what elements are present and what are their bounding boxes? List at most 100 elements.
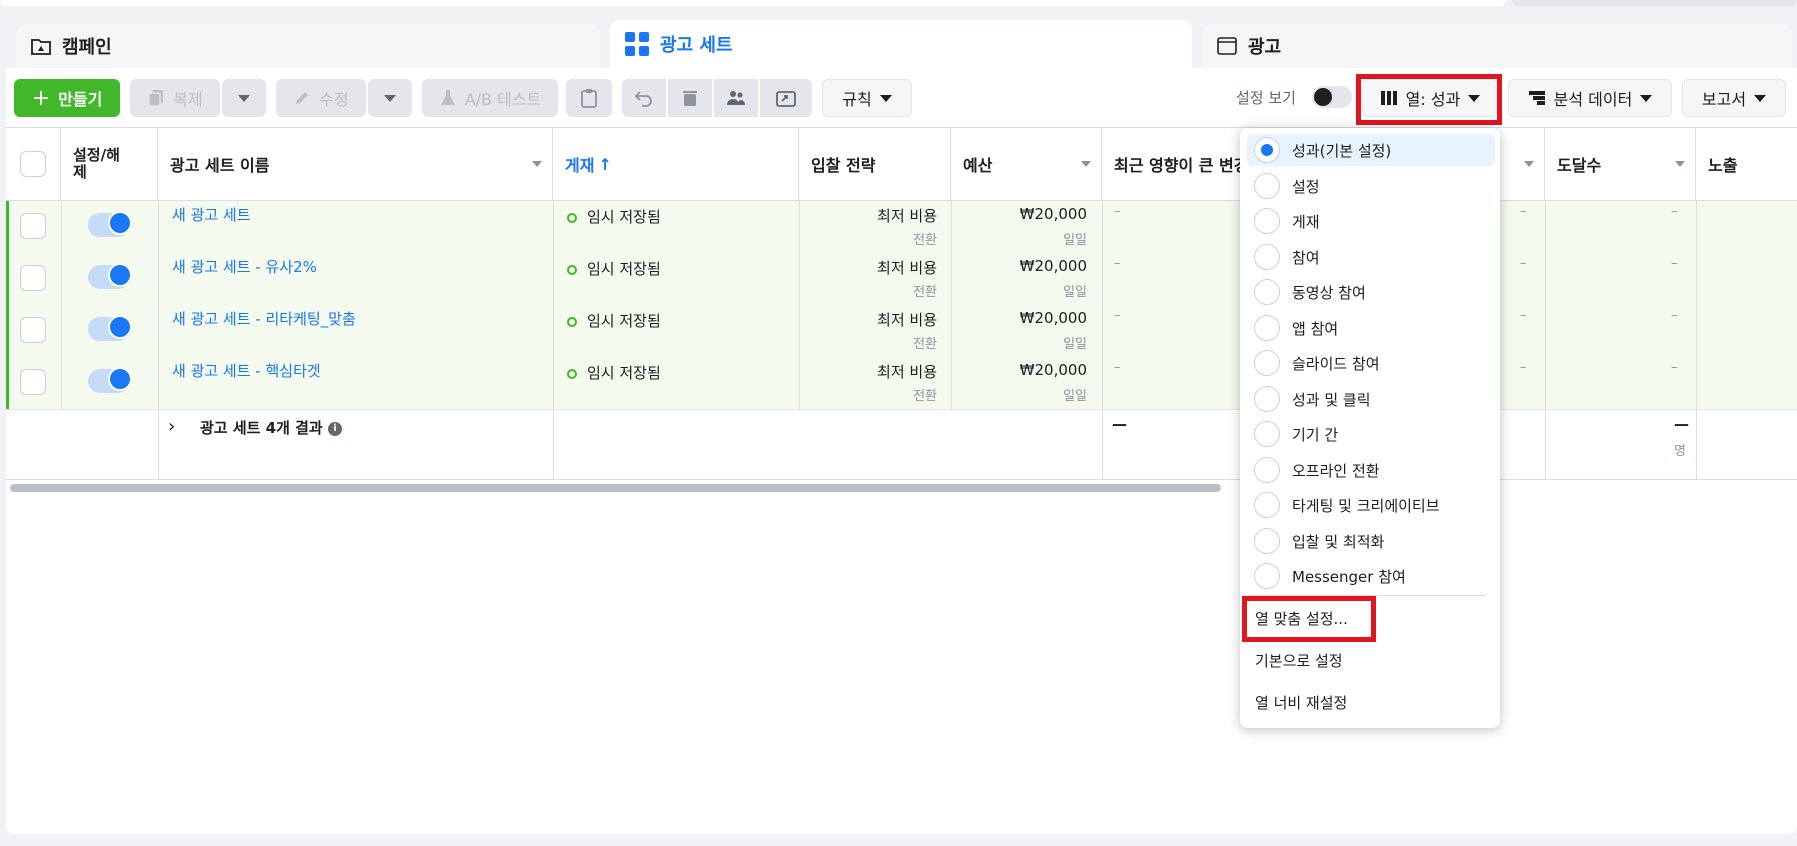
breakdown-label: 분석 데이터 [1553, 90, 1633, 109]
adset-toggle[interactable] [88, 367, 132, 393]
header-recent[interactable]: 최근 영향이 큰 변경 [1102, 128, 1252, 200]
recent-change-value: – [1114, 256, 1121, 271]
delivery-status-text: 임시 저장됨 [587, 364, 661, 382]
sort-arrow-up-icon: ↑ [598, 154, 612, 174]
preset-setup[interactable]: 설정 [1254, 170, 1320, 202]
bid-strategy: 최저 비용 [877, 311, 937, 329]
preset-engagement[interactable]: 참여 [1254, 241, 1320, 273]
sort-icon [532, 161, 542, 167]
preset-performance[interactable]: 성과(기본 설정) [1254, 134, 1391, 166]
summary-label: 광고 세트 4개 결과 i [200, 417, 342, 438]
set-default-item[interactable]: 기본으로 설정 [1255, 650, 1343, 671]
edit-dropdown[interactable] [368, 79, 412, 117]
bid-strategy: 최저 비용 [877, 259, 937, 277]
clipboard-button[interactable] [566, 79, 612, 117]
preset-cross-device[interactable]: 기기 간 [1254, 418, 1338, 450]
status-dot-icon [567, 368, 577, 379]
delete-button[interactable] [668, 79, 712, 117]
adset-name-link[interactable]: 새 광고 세트 - 리타케팅_맞춤 [172, 308, 356, 329]
horizontal-scrollbar[interactable] [10, 484, 1221, 492]
expand-chevron-icon[interactable]: › [168, 416, 175, 437]
audience-button[interactable] [714, 79, 758, 117]
preset-label: 타게팅 및 크리에이티브 [1292, 496, 1440, 515]
breakdown-icon [1528, 91, 1545, 105]
budget-sub: 일일 [1063, 233, 1087, 248]
header-reach[interactable]: 도달수 [1545, 128, 1696, 200]
column-divider [951, 201, 952, 409]
preset-offline-conversions[interactable]: 오프라인 전환 [1254, 454, 1380, 486]
hidden-col-value: – [1520, 204, 1527, 219]
chevron-down-icon [1640, 94, 1653, 102]
reports-button[interactable]: 보고서 [1682, 79, 1786, 117]
column-divider [1102, 201, 1103, 479]
rules-button[interactable]: 규칙 [822, 79, 912, 117]
header-impressions[interactable]: 노출 [1696, 128, 1797, 200]
tab-ad-label: 광고 [1248, 37, 1282, 58]
tab-ad[interactable]: 광고 [1202, 24, 1792, 68]
adset-toggle[interactable] [88, 315, 132, 341]
highlight-columns [1356, 74, 1502, 125]
preset-video-engagement[interactable]: 동영상 참여 [1254, 276, 1366, 308]
radio-icon [1254, 457, 1280, 483]
row-checkbox[interactable] [20, 317, 46, 343]
bid-sub: 전환 [913, 337, 937, 352]
summary-label-text: 광고 세트 4개 결과 [200, 419, 323, 437]
header-select-all [6, 128, 61, 200]
create-button[interactable]: + 만들기 [14, 79, 120, 117]
header-bid[interactable]: 입찰 전략 [799, 128, 951, 200]
breakdown-button[interactable]: 분석 데이터 [1508, 79, 1672, 117]
preset-label: 입찰 및 최적화 [1292, 532, 1385, 551]
adset-name-link[interactable]: 새 광고 세트 - 핵심타겟 [172, 360, 321, 381]
duplicate-dropdown[interactable] [222, 79, 266, 117]
trash-icon [683, 91, 697, 106]
adset-name-link[interactable]: 새 광고 세트 [172, 204, 251, 225]
adset-toggle[interactable] [88, 263, 132, 289]
column-divider [1696, 201, 1697, 479]
adset-name-link[interactable]: 새 광고 세트 - 유사2% [172, 256, 317, 277]
preset-delivery[interactable]: 게재 [1254, 205, 1320, 237]
preset-targeting-creative[interactable]: 타게팅 및 크리에이티브 [1254, 489, 1440, 521]
header-recent-label: 최근 영향이 큰 변경 [1114, 156, 1249, 175]
ab-test-button[interactable]: A/B 테스트 [422, 79, 558, 117]
header-onoff[interactable]: 설정/해제 [61, 128, 158, 200]
header-budget[interactable]: 예산 [951, 128, 1102, 200]
adset-toggle[interactable] [88, 211, 132, 237]
edit-label: 수정 [319, 90, 349, 109]
preset-label: 앱 참여 [1292, 319, 1339, 338]
edit-button[interactable]: 수정 [276, 79, 366, 117]
chevron-down-icon [384, 94, 396, 102]
preset-performance-clicks[interactable]: 성과 및 클릭 [1254, 383, 1371, 415]
toggle-knob [1314, 88, 1332, 106]
undo-icon [634, 91, 652, 107]
header-name[interactable]: 광고 세트 이름 [158, 128, 553, 200]
ad-window-icon [1217, 37, 1237, 55]
bid-sub: 전환 [913, 285, 937, 300]
tab-adset[interactable]: 광고 세트 [610, 20, 1192, 68]
undo-button[interactable] [622, 79, 666, 117]
preset-bidding-optimization[interactable]: 입찰 및 최적화 [1254, 525, 1384, 557]
row-checkbox[interactable] [20, 369, 46, 395]
preset-app-engagement[interactable]: 앱 참여 [1254, 312, 1338, 344]
preset-label: 참여 [1292, 248, 1320, 267]
header-delivery[interactable]: 게재 ↑ [553, 128, 799, 200]
preset-messenger-engagement[interactable]: Messenger 참여 [1254, 560, 1406, 592]
tab-adset-label: 광고 세트 [660, 35, 733, 56]
header-delivery-label: 게재 [565, 156, 595, 175]
radio-checked-icon [1254, 137, 1280, 163]
duplicate-button[interactable]: 복제 [130, 79, 220, 117]
column-divider [158, 201, 159, 479]
select-all-checkbox[interactable] [20, 151, 46, 177]
preset-carousel-engagement[interactable]: 슬라이드 참여 [1254, 347, 1380, 379]
row-checkbox[interactable] [20, 213, 46, 239]
row-checkbox[interactable] [20, 265, 46, 291]
rules-label: 규칙 [842, 90, 872, 109]
preset-label: 게재 [1292, 212, 1320, 231]
tab-campaign[interactable]: 캠페인 [16, 24, 600, 68]
view-settings-toggle[interactable] [1312, 86, 1352, 108]
column-divider [61, 201, 62, 409]
export-button[interactable] [760, 79, 812, 117]
preset-label: 성과(기본 설정) [1292, 141, 1392, 160]
reset-width-item[interactable]: 열 너비 재설정 [1255, 692, 1347, 713]
duplicate-label: 복제 [173, 90, 203, 109]
budget-sub: 일일 [1063, 285, 1087, 300]
